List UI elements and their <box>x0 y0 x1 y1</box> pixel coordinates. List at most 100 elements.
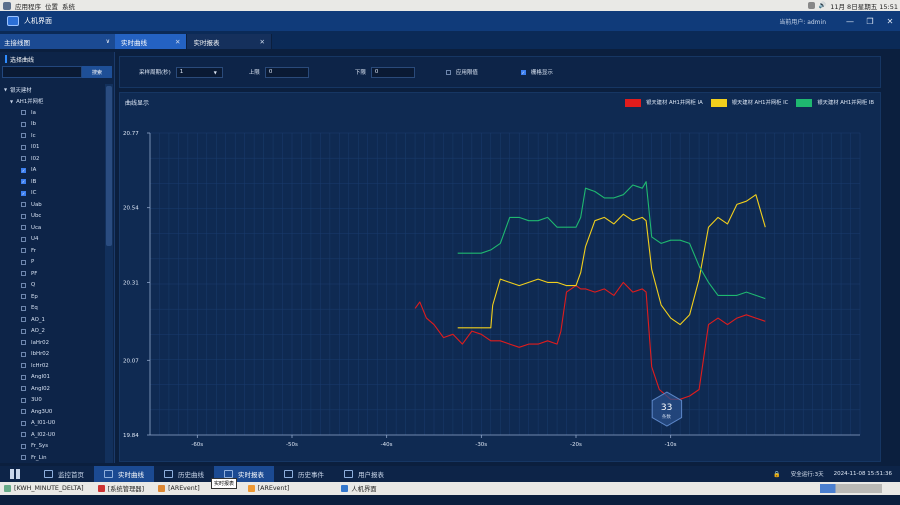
taskbar-item[interactable]: [AREvent] <box>154 483 204 494</box>
taskbar-item[interactable]: [系统管理器] <box>94 483 148 494</box>
taskbar-item[interactable]: [AREvent] <box>244 483 294 494</box>
checkbox-box[interactable] <box>21 340 26 346</box>
checkbox-checked[interactable]: ✓ <box>21 179 26 185</box>
expand-icon[interactable]: ▼ <box>4 87 7 92</box>
tree-item[interactable]: Ia <box>0 107 104 119</box>
lower-input[interactable]: 0 <box>370 66 415 78</box>
tree-item[interactable]: A_I02-U0 <box>0 429 104 441</box>
upper-input[interactable]: 0 <box>264 66 309 78</box>
period-select[interactable]: 1 ▼ <box>175 66 223 78</box>
close-tab-icon[interactable]: ✕ <box>259 38 264 46</box>
checkbox-box[interactable] <box>21 443 26 449</box>
tab-realtime-curve[interactable]: 实时曲线 ✕ <box>115 34 188 49</box>
checkbox-checked[interactable]: ✓ <box>21 167 26 173</box>
tree-item[interactable]: ✓ IB <box>0 176 104 188</box>
checkbox-box[interactable] <box>21 351 26 357</box>
workspace-switcher[interactable] <box>820 484 882 493</box>
checkbox-box[interactable] <box>21 110 26 116</box>
checkbox-box[interactable] <box>21 455 26 461</box>
checkbox-box[interactable] <box>21 432 26 438</box>
network-icon[interactable] <box>807 2 815 9</box>
tree-item[interactable]: Fr <box>0 245 104 257</box>
checkbox-box[interactable] <box>21 202 26 208</box>
apply-limits-checkbox[interactable]: 应用限值 <box>445 68 478 76</box>
nav-monitor-home[interactable]: 监控首页 <box>34 466 94 482</box>
tree-item[interactable]: Ib <box>0 119 104 131</box>
checkbox-box[interactable] <box>21 317 26 323</box>
nav-history-events[interactable]: 历史事件 <box>274 466 334 482</box>
checkbox-box[interactable] <box>21 282 26 288</box>
grid-display-checkbox[interactable]: ✓ 栅格显示 <box>520 68 553 76</box>
nav-history-curve[interactable]: 历史曲线 <box>154 466 214 482</box>
menu-places[interactable]: 位置 <box>45 1 58 11</box>
checkbox-box[interactable] <box>21 397 26 403</box>
checkbox-box[interactable] <box>21 374 26 380</box>
checkbox-box[interactable] <box>21 133 26 139</box>
tab-realtime-report[interactable]: 实时报表 ✕ <box>187 34 272 49</box>
tree-item[interactable]: Fr_Lin <box>0 452 104 463</box>
checkbox-box[interactable] <box>21 328 26 334</box>
apps-grid-icon[interactable] <box>10 469 22 479</box>
tree-item[interactable]: 3U0 <box>0 395 104 407</box>
tree-item[interactable]: Fr_Sys <box>0 441 104 453</box>
checkbox-box[interactable] <box>21 225 26 231</box>
checkbox-box[interactable] <box>21 144 26 150</box>
tree-item[interactable]: AngI02 <box>0 383 104 395</box>
tree-item[interactable]: U4 <box>0 234 104 246</box>
tree-item[interactable]: I02 <box>0 153 104 165</box>
checkbox-box[interactable] <box>21 294 26 300</box>
nav-user-report[interactable]: 用户报表 <box>334 466 394 482</box>
taskbar-item[interactable]: [KWH_MINUTE_DELTA] <box>0 483 88 494</box>
checkbox-box[interactable] <box>21 213 26 219</box>
restore-icon[interactable]: ❐ <box>860 17 880 26</box>
tree-item[interactable]: ✓ IA <box>0 165 104 177</box>
tree-item[interactable]: Uca <box>0 222 104 234</box>
tree-item[interactable]: ✓ IC <box>0 188 104 200</box>
tree-item[interactable]: Q <box>0 280 104 292</box>
search-input[interactable] <box>2 66 82 78</box>
checkbox-box[interactable] <box>21 259 26 265</box>
tree-item[interactable]: ▼ AH1并网柜 <box>0 96 104 108</box>
close-tab-icon[interactable]: ✕ <box>175 38 180 46</box>
tree-item[interactable]: I01 <box>0 142 104 154</box>
menu-applications[interactable]: 应用程序 <box>15 1 41 11</box>
tree-item[interactable]: Ic <box>0 130 104 142</box>
checkbox-box[interactable] <box>21 121 26 127</box>
checkbox-checked[interactable]: ✓ <box>21 190 26 196</box>
system-datetime[interactable]: 11月 8日星期五 15:51 <box>830 1 898 11</box>
tree-item[interactable]: PF <box>0 268 104 280</box>
tree-item[interactable]: IcHr02 <box>0 360 104 372</box>
tree-item[interactable]: Uab <box>0 199 104 211</box>
search-button[interactable]: 搜索 <box>82 66 112 78</box>
close-icon[interactable]: ✕ <box>880 17 900 26</box>
checkbox-box[interactable] <box>21 386 26 392</box>
checkbox-box[interactable] <box>21 409 26 415</box>
minimize-icon[interactable]: — <box>840 17 860 26</box>
menu-system[interactable]: 系统 <box>62 1 75 11</box>
tree-item[interactable]: AO_1 <box>0 314 104 326</box>
tree-item[interactable]: ▼ 银天建材 <box>0 84 104 96</box>
view-select[interactable]: 主接线图 ∨ <box>0 34 115 49</box>
tree-scrollbar[interactable] <box>105 84 113 463</box>
checkbox-box[interactable] <box>21 363 26 369</box>
expand-icon[interactable]: ▼ <box>10 99 13 104</box>
line-chart[interactable]: 20.77 20.54 20.31 20.07 19.84 -60s -50s -40s -30… <box>120 93 882 463</box>
checkbox-box[interactable] <box>21 271 26 277</box>
checkbox-box[interactable] <box>21 236 26 242</box>
taskbar-item[interactable]: 人机界面 <box>337 483 380 494</box>
tree-item[interactable]: AO_2 <box>0 326 104 338</box>
tree-item[interactable]: AngI01 <box>0 372 104 384</box>
tree-item[interactable]: Ang3U0 <box>0 406 104 418</box>
volume-icon[interactable]: 🔊 <box>819 2 826 9</box>
tree-item[interactable]: IaHr02 <box>0 337 104 349</box>
tree-item[interactable]: Ep <box>0 291 104 303</box>
tree-item[interactable]: Eq <box>0 303 104 315</box>
tree-item[interactable]: A_I01-U0 <box>0 418 104 430</box>
checkbox-box[interactable] <box>21 156 26 162</box>
tree-item[interactable]: Ubc <box>0 211 104 223</box>
tree-item[interactable]: P <box>0 257 104 269</box>
checkbox-box[interactable] <box>21 305 26 311</box>
scrollbar-thumb[interactable] <box>106 86 112 246</box>
tree-item[interactable]: IbHr02 <box>0 349 104 361</box>
checkbox-box[interactable] <box>21 248 26 254</box>
